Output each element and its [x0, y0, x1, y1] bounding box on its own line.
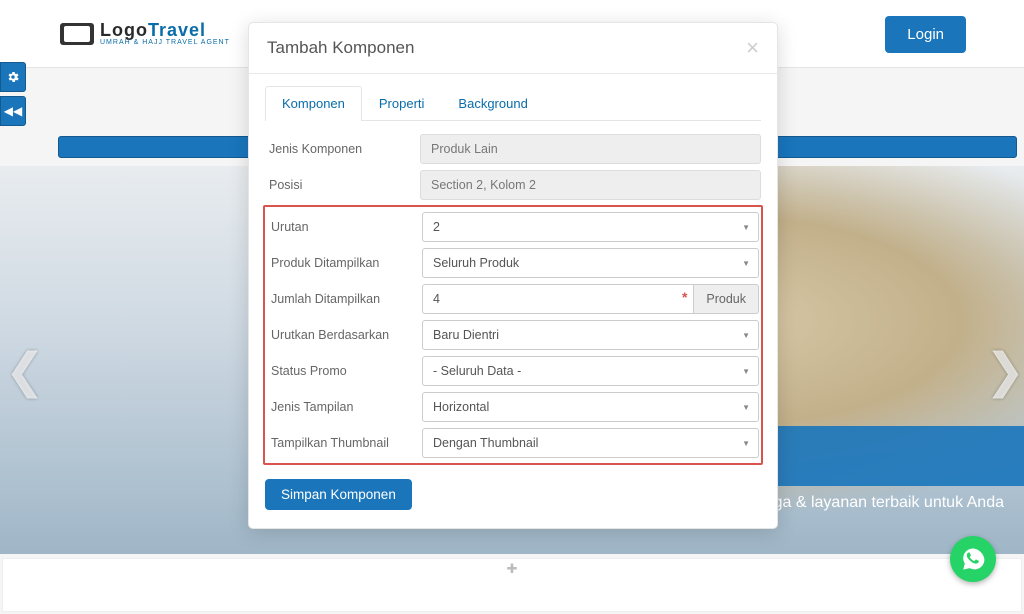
value-posisi: Section 2, Kolom 2 — [420, 170, 761, 200]
save-component-button[interactable]: Simpan Komponen — [265, 479, 412, 510]
tab-background[interactable]: Background — [441, 86, 544, 121]
row-jumlah-ditampilkan: Jumlah Ditampilkan 4 * Produk — [267, 281, 759, 317]
input-jumlah-ditampilkan[interactable]: 4 * — [422, 284, 694, 314]
label-jenis-tampilan: Jenis Tampilan — [267, 400, 422, 414]
row-jenis-tampilan: Jenis Tampilan Horizontal — [267, 389, 759, 425]
row-produk-ditampilkan: Produk Ditampilkan Seluruh Produk — [267, 245, 759, 281]
label-urutan: Urutan — [267, 220, 422, 234]
select-urutan[interactable]: 2 — [422, 212, 759, 242]
label-posisi: Posisi — [265, 178, 420, 192]
modal-backdrop: Tambah Komponen × Komponen Properti Back… — [0, 0, 1024, 614]
select-jenis-tampilan[interactable]: Horizontal — [422, 392, 759, 422]
tab-properti[interactable]: Properti — [362, 86, 442, 121]
required-icon: * — [682, 289, 687, 305]
row-status-promo: Status Promo - Seluruh Data - — [267, 353, 759, 389]
modal-header: Tambah Komponen × — [249, 23, 777, 74]
label-tampilkan-thumbnail: Tampilkan Thumbnail — [267, 436, 422, 450]
label-jumlah-ditampilkan: Jumlah Ditampilkan — [267, 292, 422, 306]
row-posisi: Posisi Section 2, Kolom 2 — [265, 167, 761, 203]
modal-body: Komponen Properti Background Jenis Kompo… — [249, 74, 777, 528]
tab-komponen[interactable]: Komponen — [265, 86, 362, 121]
select-urutkan-berdasarkan[interactable]: Baru Dientri — [422, 320, 759, 350]
select-tampilkan-thumbnail[interactable]: Dengan Thumbnail — [422, 428, 759, 458]
highlighted-fields: Urutan 2 Produk Ditampilkan Seluruh Prod… — [263, 205, 763, 465]
row-urutkan-berdasarkan: Urutkan Berdasarkan Baru Dientri — [267, 317, 759, 353]
addon-produk: Produk — [694, 284, 759, 314]
label-produk-ditampilkan: Produk Ditampilkan — [267, 256, 422, 270]
label-urutkan-berdasarkan: Urutkan Berdasarkan — [267, 328, 422, 342]
modal-title: Tambah Komponen — [267, 38, 414, 58]
select-status-promo[interactable]: - Seluruh Data - — [422, 356, 759, 386]
row-urutan: Urutan 2 — [267, 209, 759, 245]
row-tampilkan-thumbnail: Tampilkan Thumbnail Dengan Thumbnail — [267, 425, 759, 461]
value-jenis-komponen: Produk Lain — [420, 134, 761, 164]
label-jenis-komponen: Jenis Komponen — [265, 142, 420, 156]
close-icon[interactable]: × — [746, 37, 759, 59]
add-component-modal: Tambah Komponen × Komponen Properti Back… — [248, 22, 778, 529]
modal-tabs: Komponen Properti Background — [265, 86, 761, 121]
label-status-promo: Status Promo — [267, 364, 422, 378]
row-jenis-komponen: Jenis Komponen Produk Lain — [265, 131, 761, 167]
select-produk-ditampilkan[interactable]: Seluruh Produk — [422, 248, 759, 278]
